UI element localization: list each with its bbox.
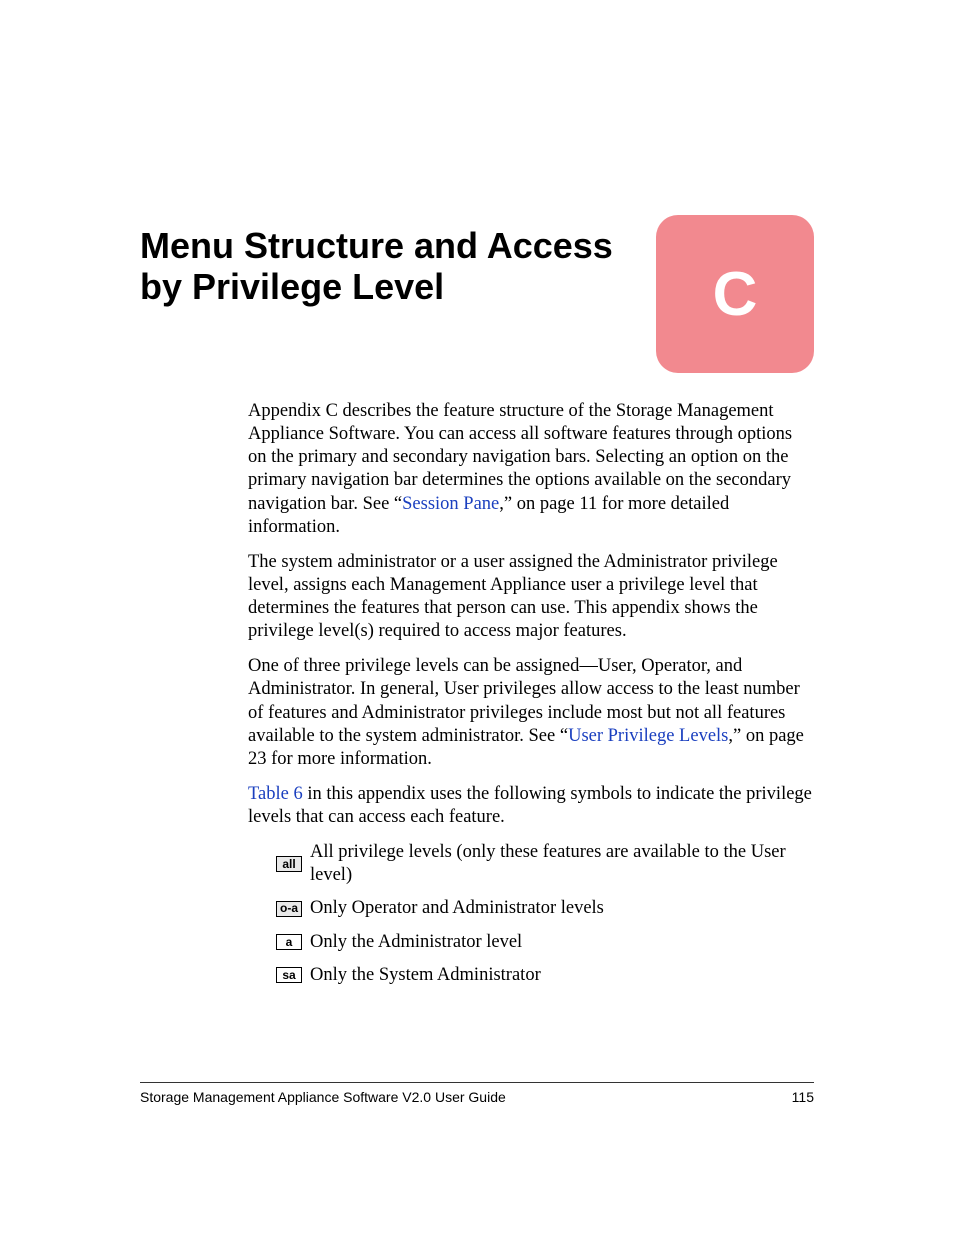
header-row: Menu Structure and Access by Privilege L… <box>140 225 814 373</box>
document-page: Menu Structure and Access by Privilege L… <box>0 0 954 1235</box>
privilege-sysadmin-icon: sa <box>276 967 302 983</box>
footer-rule <box>140 1082 814 1083</box>
legend-item-all: all All privilege levels (only these fea… <box>276 841 812 887</box>
paragraph-2: The system administrator or a user assig… <box>248 551 812 644</box>
legend-list: all All privilege levels (only these fea… <box>248 841 812 987</box>
paragraph-3: One of three privilege levels can be ass… <box>248 655 812 771</box>
text: in this appendix uses the following symb… <box>248 784 812 827</box>
appendix-letter: C <box>713 259 758 330</box>
link-user-privilege-levels[interactable]: User Privilege Levels <box>568 726 728 746</box>
link-session-pane[interactable]: Session Pane <box>402 494 499 514</box>
link-table-6[interactable]: Table 6 <box>248 784 303 804</box>
appendix-badge: C <box>656 215 814 373</box>
legend-item-sysadmin: sa Only the System Administrator <box>276 964 812 987</box>
privilege-operator-admin-icon: o-a <box>276 901 302 917</box>
legend-label: Only the Administrator level <box>310 931 522 954</box>
page-title: Menu Structure and Access by Privilege L… <box>140 225 640 308</box>
footer-row: Storage Management Appliance Software V2… <box>140 1089 814 1105</box>
legend-item-operator-admin: o-a Only Operator and Administrator leve… <box>276 897 812 920</box>
legend-label: Only the System Administrator <box>310 964 541 987</box>
legend-label: All privilege levels (only these feature… <box>310 841 812 887</box>
page-footer: Storage Management Appliance Software V2… <box>140 1082 814 1105</box>
privilege-all-icon: all <box>276 856 302 872</box>
legend-item-admin: a Only the Administrator level <box>276 931 812 954</box>
page-number: 115 <box>792 1089 814 1105</box>
body-column: Appendix C describes the feature structu… <box>248 400 812 997</box>
legend-label: Only Operator and Administrator levels <box>310 897 604 920</box>
paragraph-4: Table 6 in this appendix uses the follow… <box>248 783 812 829</box>
privilege-admin-icon: a <box>276 934 302 950</box>
footer-title: Storage Management Appliance Software V2… <box>140 1089 506 1105</box>
paragraph-1: Appendix C describes the feature structu… <box>248 400 812 539</box>
